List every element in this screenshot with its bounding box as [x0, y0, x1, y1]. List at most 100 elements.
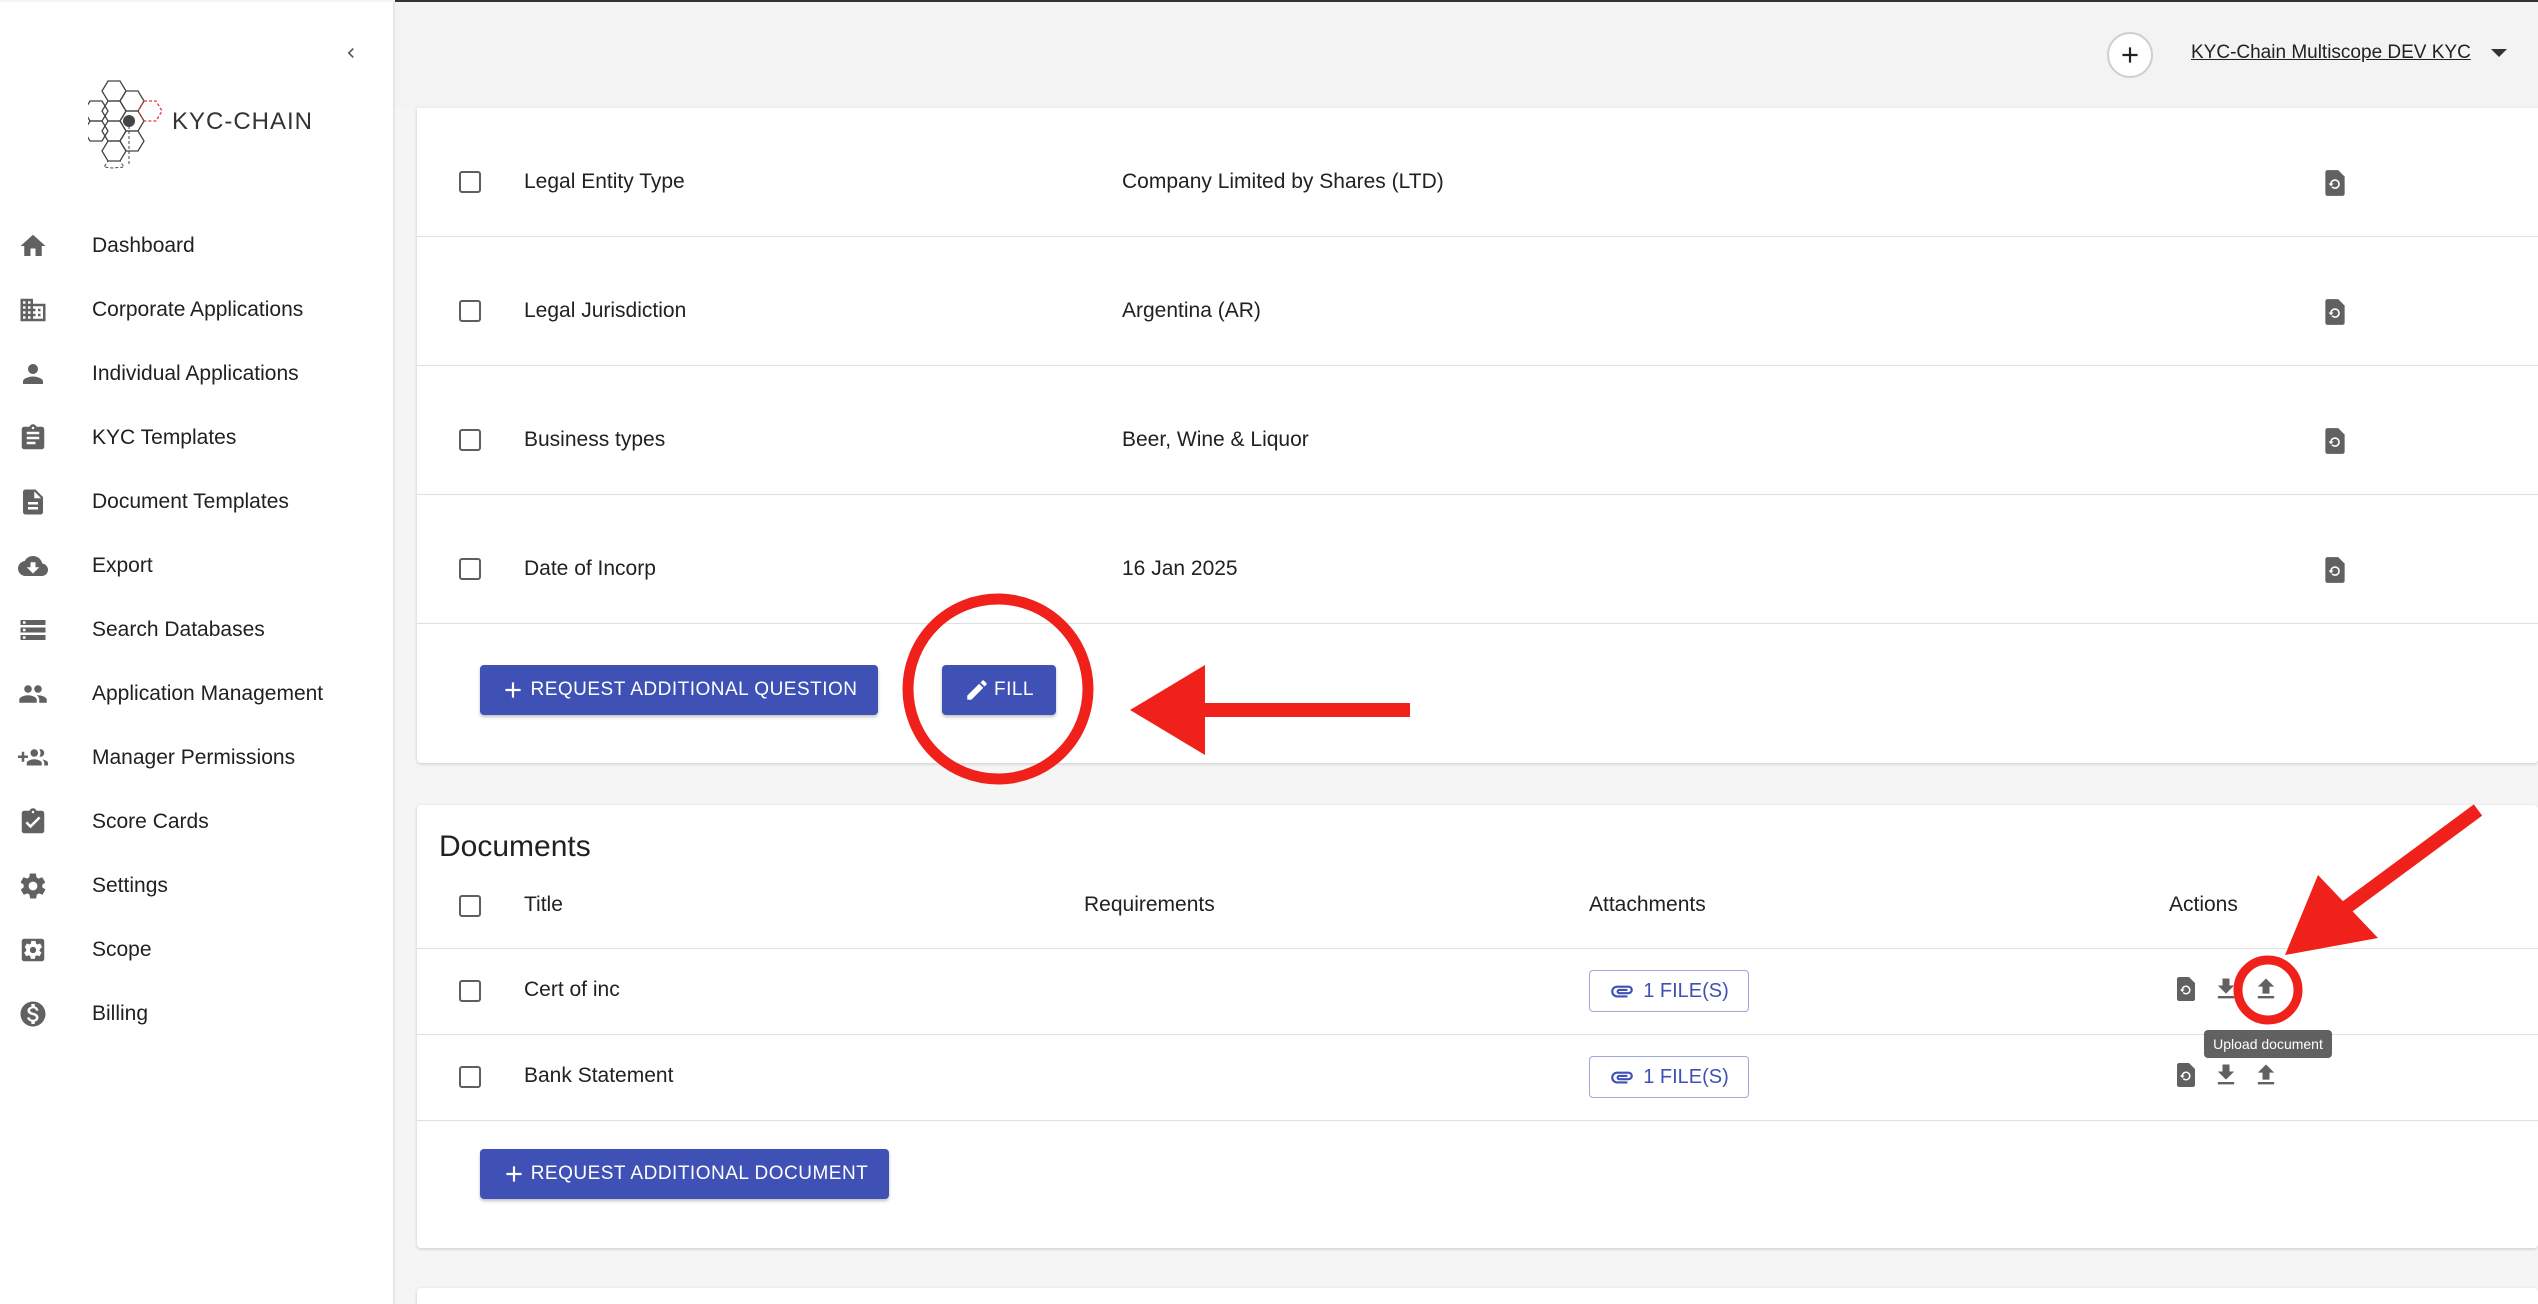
- sidebar-item-individual-applications[interactable]: Individual Applications: [0, 342, 395, 406]
- sidebar-nav: Dashboard Corporate Applications Individ…: [0, 214, 395, 1046]
- sidebar-item-billing[interactable]: Billing: [0, 982, 395, 1046]
- sidebar-item-label: Scope: [92, 938, 152, 961]
- sidebar-item-corporate-applications[interactable]: Corporate Applications: [0, 278, 395, 342]
- home-icon: [17, 230, 49, 262]
- group-add-icon: [17, 742, 49, 774]
- sidebar-item-settings[interactable]: Settings: [0, 854, 395, 918]
- column-header-title: Title: [524, 893, 563, 916]
- clipboard-icon: [17, 422, 49, 454]
- sidebar-item-score-cards[interactable]: Score Cards: [0, 790, 395, 854]
- row-checkbox[interactable]: [459, 429, 481, 451]
- request-additional-question-button[interactable]: REQUEST ADDITIONAL QUESTION: [480, 665, 878, 715]
- fill-button-label: FILL: [993, 679, 1035, 700]
- row-checkbox[interactable]: [459, 171, 481, 193]
- plus-icon: [505, 682, 522, 698]
- question-label: Legal Entity Type: [524, 170, 685, 193]
- attachments-chip[interactable]: 1 FILE(S): [1589, 970, 1749, 1012]
- person-icon: [17, 358, 49, 390]
- upload-document-tooltip: Upload document: [2204, 1030, 2332, 1058]
- sidebar-item-label: Settings: [92, 874, 168, 897]
- cloud-download-icon: [17, 550, 49, 582]
- row-checkbox[interactable]: [459, 300, 481, 322]
- fill-button[interactable]: FILL: [942, 665, 1056, 715]
- attachments-chip[interactable]: 1 FILE(S): [1589, 1056, 1749, 1098]
- assignment-check-icon: [17, 806, 49, 838]
- column-header-attachments: Attachments: [1589, 893, 1706, 916]
- collapse-sidebar-button[interactable]: [338, 40, 364, 66]
- sidebar-item-scope[interactable]: Scope: [0, 918, 395, 982]
- sidebar-item-label: Document Templates: [92, 490, 289, 513]
- request-additional-question-label: REQUEST ADDITIONAL QUESTION: [530, 679, 858, 700]
- documents-title: Documents: [439, 830, 591, 863]
- document-icon: [17, 486, 49, 518]
- sidebar-item-label: Manager Permissions: [92, 746, 296, 769]
- scope-selector[interactable]: KYC-Chain Multiscope DEV KYC: [2191, 42, 2507, 64]
- next-card: [417, 1288, 2538, 1304]
- chevron-left-icon: [347, 48, 354, 58]
- sidebar-item-label: Corporate Applications: [92, 298, 304, 321]
- question-label: Business types: [524, 428, 666, 451]
- sidebar-item-label: Dashboard: [92, 234, 195, 257]
- download-icon[interactable]: [2212, 1059, 2240, 1091]
- questions-card: Legal Entity Type Company Limited by Sha…: [417, 108, 2538, 763]
- storage-icon: [17, 614, 49, 646]
- table-row: Legal Entity Type Company Limited by Sha…: [417, 108, 2538, 237]
- logo-text: KYC-CHAIN: [172, 108, 314, 135]
- upload-icon[interactable]: [2252, 1059, 2280, 1091]
- add-button[interactable]: [2107, 32, 2153, 78]
- download-icon[interactable]: [2212, 973, 2240, 1005]
- sidebar-item-label: Billing: [92, 1002, 149, 1025]
- row-checkbox[interactable]: [459, 1066, 481, 1088]
- plus-icon: [506, 1166, 522, 1182]
- paperclip-icon: [1611, 1071, 1634, 1084]
- request-additional-document-button[interactable]: REQUEST ADDITIONAL DOCUMENT: [480, 1149, 889, 1199]
- reset-document-icon[interactable]: [2172, 973, 2200, 1005]
- documents-card: Documents Title Requirements Attachments…: [417, 805, 2538, 1248]
- sidebar: KYC-CHAIN Dashboard Corporate Applicatio…: [0, 2, 395, 1304]
- column-header-actions: Actions: [2169, 893, 2238, 916]
- sidebar-item-label: Individual Applications: [92, 362, 299, 385]
- sidebar-item-application-management[interactable]: Application Management: [0, 662, 395, 726]
- sidebar-item-label: Export: [92, 554, 153, 577]
- settings-box-icon: [17, 934, 49, 966]
- table-row: Date of Incorp 16 Jan 2025: [417, 495, 2538, 624]
- row-checkbox[interactable]: [459, 980, 481, 1002]
- sidebar-item-document-templates[interactable]: Document Templates: [0, 470, 395, 534]
- reset-question-icon[interactable]: [2321, 297, 2349, 327]
- reset-question-icon[interactable]: [2321, 426, 2349, 456]
- gear-icon: [17, 870, 49, 902]
- building-icon: [17, 294, 49, 326]
- attachments-label: 1 FILE(S): [1643, 1065, 1729, 1088]
- select-all-checkbox[interactable]: [459, 895, 481, 917]
- pencil-icon: [967, 680, 987, 700]
- sidebar-item-kyc-templates[interactable]: KYC Templates: [0, 406, 395, 470]
- row-checkbox[interactable]: [459, 558, 481, 580]
- question-value: Argentina (AR): [1122, 299, 1261, 322]
- table-row: Cert of inc 1 FILE(S): [417, 949, 2538, 1035]
- top-bar: KYC-Chain Multiscope DEV KYC: [395, 2, 2538, 108]
- upload-icon[interactable]: [2252, 973, 2280, 1005]
- sidebar-item-label: Score Cards: [92, 810, 209, 833]
- table-row: Legal Jurisdiction Argentina (AR): [417, 237, 2538, 366]
- reset-document-icon[interactable]: [2172, 1059, 2200, 1091]
- sidebar-item-label: KYC Templates: [92, 426, 237, 449]
- reset-question-icon[interactable]: [2321, 168, 2349, 198]
- dollar-icon: [17, 998, 49, 1030]
- column-header-requirements: Requirements: [1084, 893, 1215, 916]
- sidebar-item-export[interactable]: Export: [0, 534, 395, 598]
- question-label: Date of Incorp: [524, 557, 656, 580]
- sidebar-item-manager-permissions[interactable]: Manager Permissions: [0, 726, 395, 790]
- people-icon: [17, 678, 49, 710]
- sidebar-item-label: Search Databases: [92, 618, 265, 641]
- question-value: Beer, Wine & Liquor: [1122, 428, 1309, 451]
- attachments-label: 1 FILE(S): [1643, 979, 1729, 1002]
- sidebar-item-search-databases[interactable]: Search Databases: [0, 598, 395, 662]
- request-additional-document-label: REQUEST ADDITIONAL DOCUMENT: [530, 1163, 869, 1184]
- plus-icon: [2122, 47, 2138, 63]
- reset-question-icon[interactable]: [2321, 555, 2349, 585]
- paperclip-icon: [1611, 985, 1634, 998]
- sidebar-item-label: Application Management: [92, 682, 324, 705]
- sidebar-item-dashboard[interactable]: Dashboard: [0, 214, 395, 278]
- question-label: Legal Jurisdiction: [524, 299, 687, 322]
- document-title: Cert of inc: [524, 978, 620, 1001]
